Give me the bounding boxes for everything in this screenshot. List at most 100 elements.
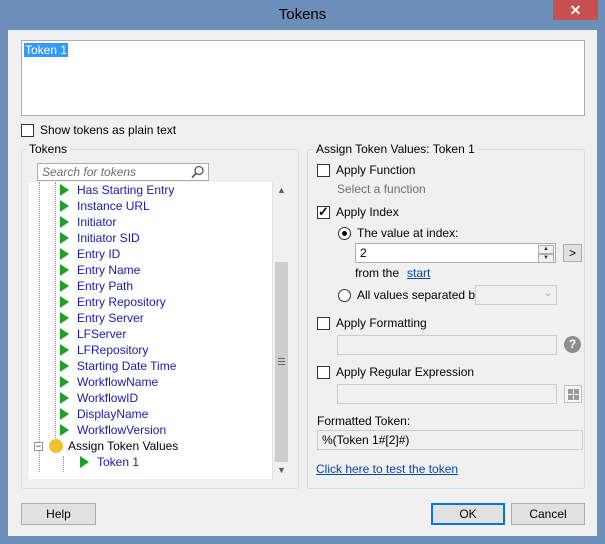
help-button[interactable]: Help [21,503,96,525]
all-values-radio[interactable] [338,288,351,302]
regex-input[interactable] [337,384,557,404]
tree-guide-line [39,182,40,472]
token-arrow-icon [60,264,69,276]
test-token-link[interactable]: Click here to test the token [316,462,458,476]
apply-index-checkbox[interactable] [317,204,330,220]
tree-item[interactable]: Entry Path [60,278,133,294]
tree-item-label: LFServer [77,327,127,341]
tree-item-label: DisplayName [77,407,149,421]
help-icon[interactable]: ? [564,336,581,353]
tree-item[interactable]: LFServer [60,326,126,342]
token-arrow-icon [60,184,69,196]
show-plain-text-row[interactable]: Show tokens as plain text [21,123,176,137]
show-plain-text-checkbox[interactable] [21,123,34,137]
token-arrow-icon [60,344,69,356]
apply-index-row[interactable]: Apply Index [317,204,399,220]
value-at-index-radio[interactable] [338,226,351,240]
tree-item-label: Entry Repository [77,295,166,309]
tree-item-label: WorkflowVersion [77,423,167,437]
tree-item-label: Entry Server [77,311,144,325]
tree-item[interactable]: Instance URL [60,198,150,214]
apply-regex-label: Apply Regular Expression [336,365,475,379]
token-arrow-icon [60,280,69,292]
start-link[interactable]: start [407,266,430,280]
tree-item-label: WorkflowName [77,375,159,389]
value-at-index-row[interactable]: The value at index: [338,226,458,240]
tree-item-label: WorkflowID [77,391,139,405]
select-function-hint: Select a function [337,182,426,196]
collapse-icon[interactable]: − [34,441,43,451]
apply-regex-row[interactable]: Apply Regular Expression [317,365,474,379]
index-spin-buttons[interactable]: ▲ ▼ [538,245,554,263]
token-arrow-icon [60,232,69,244]
all-values-row[interactable]: All values separated by: [338,288,484,302]
formatting-input[interactable] [337,335,557,355]
apply-function-label: Apply Function [336,163,416,177]
tree-item[interactable]: DisplayName [60,406,148,422]
separator-select[interactable]: ⌄ [475,285,557,305]
from-the-row: from the start [355,266,430,280]
dialog-body: Token 1 Show tokens as plain text Tokens… [8,30,597,536]
tokens-group-label: Tokens [26,142,71,156]
tree-item[interactable]: Entry Repository [60,294,166,310]
tree-item[interactable]: Starting Date Time [60,358,176,374]
tree-item-token-1[interactable]: Token 1 [80,454,139,470]
apply-function-checkbox[interactable] [317,163,330,177]
tree-item-label: Has Starting Entry [77,183,175,197]
tree-item[interactable]: WorkflowID [60,390,138,406]
tree-node-label: Assign Token Values [68,439,179,453]
token-group-icon [49,439,63,453]
tree-item[interactable]: Initiator SID [60,230,140,246]
tree-node-assign-values[interactable]: − Assign Token Values [34,438,178,454]
token-tree[interactable]: Has Starting Entry Instance URL Initiator I… [29,182,278,479]
token-arrow-icon [60,296,69,308]
tree-item-label: Starting Date Time [77,359,177,373]
tree-item[interactable]: Entry ID [60,246,120,262]
tokens-dialog: Tokens ✕ Token 1 Show tokens as plain te… [0,0,605,544]
token-arrow-icon [60,216,69,228]
apply-function-row[interactable]: Apply Function [317,163,415,177]
token-arrow-icon [60,376,69,388]
search-icon[interactable] [191,165,205,179]
cancel-button[interactable]: Cancel [511,503,585,525]
token-text-area[interactable]: Token 1 [21,40,585,116]
tree-guide-line [55,182,56,440]
spin-up-icon[interactable]: ▲ [538,245,554,254]
tree-item[interactable]: Has Starting Entry [60,182,174,198]
index-stepper[interactable]: 2 ▲ ▼ [355,243,556,263]
tree-item[interactable]: LFRepository [60,342,148,358]
scroll-grip-icon [278,358,285,365]
token-arrow-icon [60,392,69,404]
tree-item[interactable]: Entry Name [60,262,140,278]
index-options-button[interactable]: > [563,244,582,262]
from-the-label: from the [355,266,400,280]
tree-item[interactable]: Initiator [60,214,116,230]
tree-scrollbar[interactable]: ▲ ▼ [272,182,289,479]
token-search-input[interactable]: Search for tokens [37,163,209,181]
tree-item-label: Entry ID [77,247,121,261]
token-arrow-icon [60,408,69,420]
chevron-down-icon: ⌄ [543,288,552,299]
close-button[interactable]: ✕ [553,0,598,20]
scroll-up-arrow[interactable]: ▲ [273,182,290,199]
formatted-token-label: Formatted Token: [317,414,411,428]
assign-values-group-label: Assign Token Values: Token 1 [313,142,478,156]
token-arrow-icon [80,456,89,468]
all-values-label: All values separated by: [357,288,485,302]
token-arrow-icon [60,200,69,212]
tree-item[interactable]: WorkflowName [60,374,158,390]
show-plain-text-label: Show tokens as plain text [40,123,177,137]
scroll-down-arrow[interactable]: ▼ [273,462,290,479]
value-at-index-label: The value at index: [357,226,459,240]
regex-builder-icon[interactable] [564,385,582,403]
spin-down-icon[interactable]: ▼ [538,254,554,263]
apply-regex-checkbox[interactable] [317,365,330,379]
tree-item[interactable]: Entry Server [60,310,144,326]
tree-item-label: Initiator [77,215,117,229]
title-bar[interactable]: Tokens ✕ [0,0,605,30]
tree-item[interactable]: WorkflowVersion [60,422,166,438]
apply-formatting-checkbox[interactable] [317,316,330,330]
ok-button[interactable]: OK [431,503,505,525]
scroll-thumb[interactable] [275,262,288,462]
apply-formatting-row[interactable]: Apply Formatting [317,316,427,330]
